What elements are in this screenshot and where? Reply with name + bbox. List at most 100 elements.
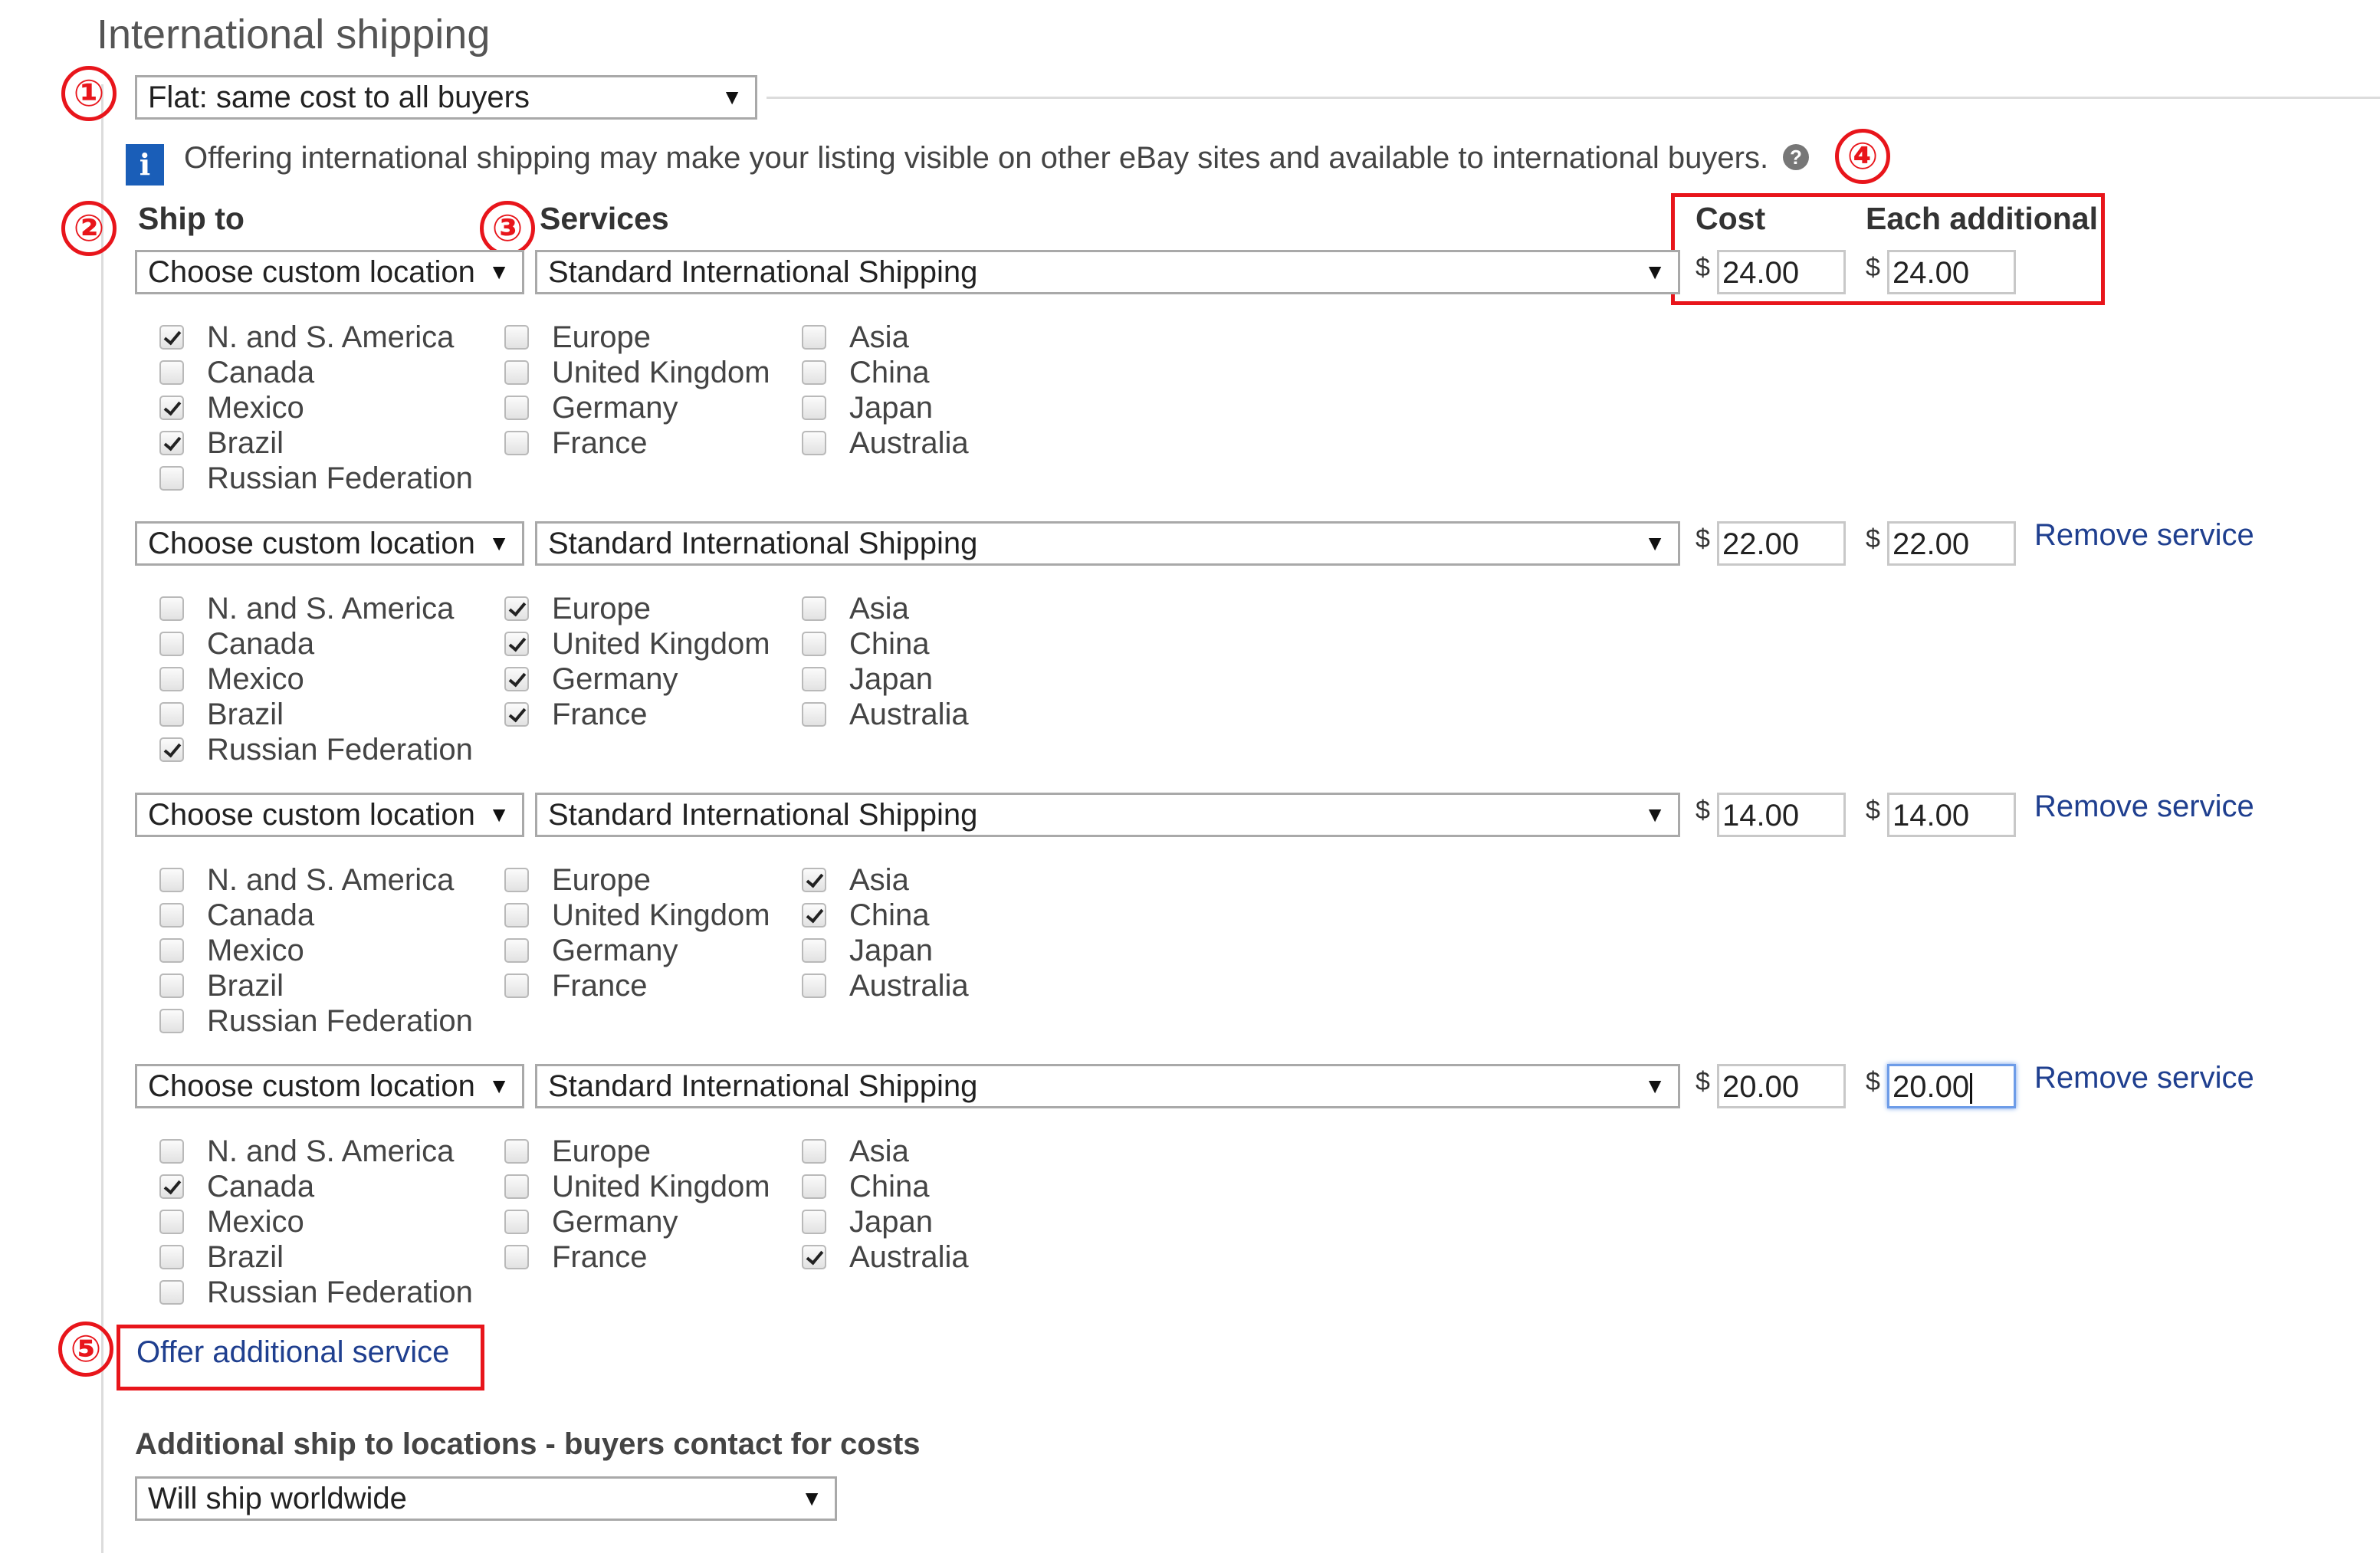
location-checkbox[interactable] (802, 1210, 826, 1234)
location-checkbox[interactable] (159, 973, 184, 998)
section-divider-horizontal (767, 97, 2380, 99)
location-label: Brazil (207, 426, 284, 460)
location-label: United Kingdom (552, 1170, 770, 1203)
ship-to-select[interactable]: Choose custom location ▼ (135, 250, 524, 294)
location-checkbox[interactable] (159, 938, 184, 963)
location-checkbox[interactable] (159, 868, 184, 892)
location-checkbox[interactable] (159, 632, 184, 656)
location-checkbox[interactable] (802, 431, 826, 455)
location-checkbox[interactable] (504, 325, 529, 350)
location-checkbox[interactable] (159, 737, 184, 762)
location-checkbox[interactable] (504, 1139, 529, 1164)
cost-input[interactable]: 14.00 (1717, 793, 1846, 837)
location-checkbox[interactable] (159, 1245, 184, 1269)
location-label: United Kingdom (552, 898, 770, 932)
location-checkbox[interactable] (802, 903, 826, 928)
ship-to-select[interactable]: Choose custom location ▼ (135, 521, 524, 566)
service-select[interactable]: Standard International Shipping ▼ (535, 793, 1680, 837)
location-label: Brazil (207, 1240, 284, 1274)
location-checkbox[interactable] (159, 1280, 184, 1305)
location-checkbox[interactable] (159, 667, 184, 691)
remove-service-link[interactable]: Remove service (2034, 518, 2254, 553)
location-checkbox[interactable] (802, 632, 826, 656)
location-checkbox[interactable] (504, 903, 529, 928)
location-label: Germany (552, 1205, 678, 1239)
location-checkbox[interactable] (159, 466, 184, 491)
location-label: France (552, 969, 648, 1003)
service-select[interactable]: Standard International Shipping ▼ (535, 250, 1680, 294)
each-additional-input[interactable]: 24.00 (1887, 250, 2016, 294)
location-checkbox[interactable] (504, 973, 529, 998)
location-checkbox[interactable] (802, 1174, 826, 1199)
location-checkbox[interactable] (504, 1245, 529, 1269)
location-checkbox[interactable] (159, 1139, 184, 1164)
cost-input[interactable]: 24.00 (1717, 250, 1846, 294)
each-additional-input[interactable]: 14.00 (1887, 793, 2016, 837)
ship-to-select[interactable]: Choose custom location ▼ (135, 793, 524, 837)
location-checkbox[interactable] (504, 1174, 529, 1199)
location-checkbox[interactable] (802, 1245, 826, 1269)
location-checkbox[interactable] (504, 938, 529, 963)
location-label: Asia (849, 1134, 909, 1168)
location-label: Europe (552, 592, 651, 625)
location-checkbox[interactable] (802, 360, 826, 385)
ship-to-select[interactable]: Choose custom location ▼ (135, 1064, 524, 1108)
additional-locations-value: Will ship worldwide (148, 1482, 407, 1515)
location-label: N. and S. America (207, 320, 455, 354)
location-label: N. and S. America (207, 592, 455, 625)
location-label: Japan (849, 1205, 933, 1239)
location-label: China (849, 627, 930, 661)
remove-service-link[interactable]: Remove service (2034, 1061, 2254, 1095)
location-checkbox[interactable] (159, 1009, 184, 1033)
location-checkbox[interactable] (159, 325, 184, 350)
location-checkbox[interactable] (504, 360, 529, 385)
shipping-type-select[interactable]: Flat: same cost to all buyers ▼ (135, 75, 757, 120)
remove-service-link[interactable]: Remove service (2034, 790, 2254, 824)
location-checkbox[interactable] (802, 596, 826, 621)
each-additional-input[interactable]: 22.00 (1887, 521, 2016, 566)
service-select[interactable]: Standard International Shipping ▼ (535, 1064, 1680, 1108)
location-checkbox[interactable] (504, 396, 529, 420)
location-checkbox[interactable] (159, 431, 184, 455)
location-checkbox[interactable] (802, 1139, 826, 1164)
location-checkbox[interactable] (159, 1174, 184, 1199)
section-title: International shipping (97, 11, 491, 57)
each-additional-input[interactable]: 20.00 (1887, 1064, 2016, 1108)
service-select[interactable]: Standard International Shipping ▼ (535, 521, 1680, 566)
location-checkbox[interactable] (159, 702, 184, 727)
location-label: China (849, 1170, 930, 1203)
cost-input[interactable]: 22.00 (1717, 521, 1846, 566)
location-label: Australia (849, 969, 969, 1003)
location-checkbox[interactable] (802, 868, 826, 892)
location-label: Asia (849, 592, 909, 625)
location-checkbox[interactable] (159, 596, 184, 621)
offer-additional-service-link[interactable]: Offer additional service (136, 1335, 449, 1370)
location-checkbox[interactable] (802, 396, 826, 420)
location-checkbox[interactable] (802, 667, 826, 691)
location-checkbox[interactable] (504, 868, 529, 892)
ship-to-value: Choose custom location (148, 1069, 475, 1103)
location-checkbox[interactable] (159, 903, 184, 928)
location-checkbox[interactable] (159, 1210, 184, 1234)
location-checkbox[interactable] (159, 396, 184, 420)
help-icon[interactable]: ? (1783, 144, 1809, 170)
location-label: Japan (849, 391, 933, 425)
chevron-down-icon: ▼ (1644, 531, 1666, 555)
location-label: France (552, 426, 648, 460)
location-label: Germany (552, 391, 678, 425)
location-checkbox[interactable] (802, 938, 826, 963)
text-caret (1970, 1073, 1973, 1105)
location-checkbox[interactable] (504, 1210, 529, 1234)
location-checkbox[interactable] (504, 667, 529, 691)
location-checkbox[interactable] (504, 596, 529, 621)
location-checkbox[interactable] (802, 325, 826, 350)
cost-input[interactable]: 20.00 (1717, 1064, 1846, 1108)
location-checkbox[interactable] (504, 431, 529, 455)
location-checkbox[interactable] (504, 632, 529, 656)
location-checkbox[interactable] (159, 360, 184, 385)
additional-locations-select[interactable]: Will ship worldwide ▼ (135, 1476, 837, 1521)
location-checkbox[interactable] (802, 702, 826, 727)
location-checkbox[interactable] (802, 973, 826, 998)
location-checkbox[interactable] (504, 702, 529, 727)
location-label: Canada (207, 898, 315, 932)
